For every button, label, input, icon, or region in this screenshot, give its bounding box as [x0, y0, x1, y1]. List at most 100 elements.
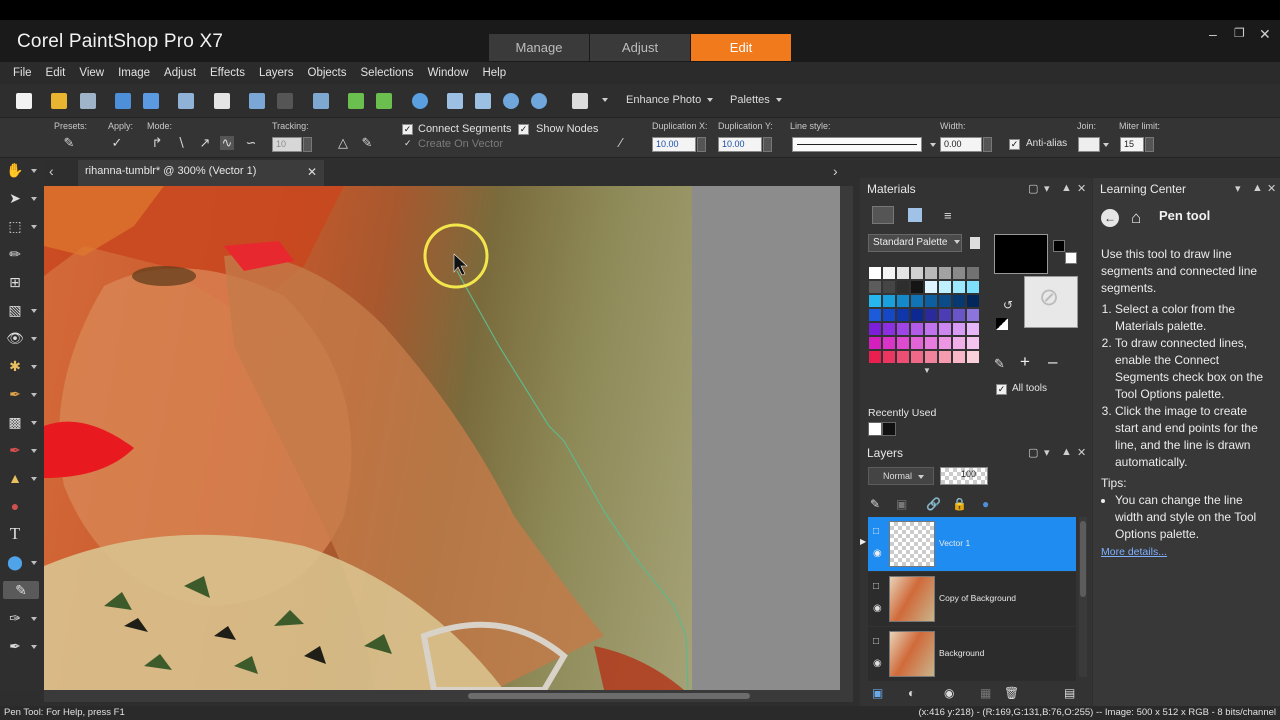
zoom-out-icon[interactable] [503, 93, 519, 109]
rotate-right-icon[interactable] [376, 93, 392, 109]
foreground-small-swatch[interactable] [1053, 240, 1065, 252]
tracking-input[interactable]: 10 [272, 137, 302, 152]
brush-variance-tool-icon[interactable]: ✑ [6, 609, 24, 627]
panel-close-icon[interactable]: ✕ [1077, 446, 1086, 459]
color-swatch-grid[interactable] [868, 266, 980, 364]
straighten-tool-icon[interactable]: ▧ [6, 301, 24, 319]
add-swatch-icon[interactable]: + [1020, 352, 1030, 372]
blend-mode-select[interactable]: Normal [868, 467, 934, 485]
color-swatch[interactable] [938, 266, 952, 280]
close-icon[interactable]: ✕ [307, 165, 317, 179]
layer-visibility-toggle-icon[interactable]: ◉ [944, 686, 954, 700]
color-swatch[interactable] [868, 308, 882, 322]
tab-edit[interactable]: Edit [691, 34, 791, 61]
color-swatch[interactable] [938, 336, 952, 350]
panel-pin-icon[interactable]: ▲ [1061, 182, 1072, 194]
layer-style-icon[interactable]: ● [982, 497, 989, 511]
recent-swatch-black[interactable] [882, 422, 896, 436]
canvas-horizontal-scrollbar[interactable] [44, 690, 853, 702]
enhance-photo-menu[interactable]: Enhance Photo [626, 94, 714, 106]
layer-brush-icon[interactable]: ✎ [870, 497, 880, 511]
connect-segments-checkbox[interactable]: ✓ [402, 124, 413, 135]
color-swatch[interactable] [910, 322, 924, 336]
tracking-spinner[interactable] [303, 137, 312, 152]
color-swatch[interactable] [952, 308, 966, 322]
new-file-icon[interactable] [16, 93, 32, 109]
color-swatch[interactable] [924, 294, 938, 308]
menu-layers[interactable]: Layers [252, 67, 301, 79]
panel-menu-caret-icon[interactable]: ▾ [1044, 182, 1050, 195]
fit-window-icon[interactable] [475, 93, 491, 109]
rainbow-view-icon[interactable] [908, 208, 922, 222]
actual-size-icon[interactable] [447, 93, 463, 109]
color-swatch[interactable] [938, 350, 952, 364]
close-icon[interactable]: ✕ [1259, 26, 1271, 43]
panel-close-icon[interactable]: ✕ [1077, 182, 1086, 195]
color-swatch[interactable] [952, 266, 966, 280]
color-swatch[interactable] [938, 308, 952, 322]
eraser-tool-icon[interactable]: ▲ [6, 469, 24, 487]
tab-manage[interactable]: Manage [489, 34, 589, 61]
color-swatch[interactable] [910, 308, 924, 322]
tab-scroll-right-icon[interactable]: › [833, 163, 838, 179]
line-style-select[interactable] [792, 137, 922, 152]
selection-tool-icon[interactable]: ⬚ [6, 217, 24, 235]
color-swatch[interactable] [924, 350, 938, 364]
color-swatch[interactable] [910, 336, 924, 350]
node-edit-icon[interactable]: ✎ [360, 136, 374, 150]
link-icon[interactable]: 🔗 [926, 497, 941, 511]
color-swatch[interactable] [924, 308, 938, 322]
text-tool-icon[interactable]: T [6, 525, 24, 543]
color-swatch[interactable] [882, 350, 896, 364]
menu-effects[interactable]: Effects [203, 67, 252, 79]
show-nodes-checkbox[interactable]: ✓ [518, 124, 529, 135]
miter-limit-spinner[interactable] [1145, 137, 1154, 152]
panel-pin-icon[interactable]: ▲ [1061, 446, 1072, 458]
rotate-left-icon[interactable] [348, 93, 364, 109]
visibility-eye-icon[interactable]: ◉ [873, 603, 882, 614]
layer-mask-icon[interactable]: ▣ [896, 497, 907, 511]
color-swatch[interactable] [896, 322, 910, 336]
panel-menu-caret-icon[interactable]: ▾ [1235, 182, 1241, 195]
layer-row-copy-of-background[interactable]: □ ◉ Copy of Background [868, 572, 1076, 626]
line-mode-icon[interactable]: ∖ [174, 136, 188, 150]
color-swatch[interactable] [896, 350, 910, 364]
freehand-mode-icon[interactable]: ∽ [244, 136, 258, 150]
panel-menu-caret-icon[interactable]: ▾ [1044, 446, 1050, 459]
browse-icon[interactable] [80, 93, 96, 109]
save-as-icon[interactable] [143, 93, 159, 109]
restore-icon[interactable]: ❐ [1234, 26, 1245, 40]
lock-icon[interactable]: 🔒 [952, 497, 967, 511]
tab-scroll-left-icon[interactable]: ‹ [49, 163, 54, 179]
color-swatch[interactable] [924, 336, 938, 350]
palette-options-icon[interactable] [970, 237, 980, 249]
miter-limit-input[interactable]: 15 [1120, 137, 1144, 152]
panel-float-icon[interactable]: ▢ [1028, 182, 1038, 195]
menu-help[interactable]: Help [475, 67, 513, 79]
menu-objects[interactable]: Objects [301, 67, 354, 79]
layers-scroll-thumb[interactable] [1080, 521, 1086, 597]
color-swatch[interactable] [868, 280, 882, 294]
remove-swatch-icon[interactable]: – [1048, 352, 1057, 372]
visibility-eye-icon[interactable]: ◉ [873, 658, 882, 669]
color-swatch[interactable] [882, 322, 896, 336]
color-swatch[interactable] [938, 294, 952, 308]
swatches-more-caret-icon[interactable]: ▼ [923, 366, 931, 375]
canvas-vertical-scrollbar[interactable] [840, 186, 853, 690]
crop-tool-icon[interactable]: ⊞ [6, 273, 24, 291]
visibility-eye-icon[interactable]: ◉ [873, 548, 882, 559]
open-folder-icon[interactable] [51, 93, 67, 109]
more-details-link[interactable]: More details... [1101, 546, 1167, 558]
layer-expand-icon[interactable]: ▶ [860, 537, 866, 546]
menu-window[interactable]: Window [421, 67, 476, 79]
color-swatch[interactable] [966, 280, 980, 294]
color-swatch[interactable] [882, 308, 896, 322]
join-caret[interactable] [1097, 139, 1109, 151]
horizontal-scroll-thumb[interactable] [468, 693, 750, 699]
node-triangle-icon[interactable]: △ [336, 136, 350, 150]
color-swatch[interactable] [952, 336, 966, 350]
makeover-tool-icon[interactable]: ✱ [6, 357, 24, 375]
preset-shape-tool-icon[interactable]: ⬤ [6, 553, 24, 571]
anti-alias-checkbox[interactable]: ✓ [1009, 139, 1020, 150]
color-swatch[interactable] [924, 266, 938, 280]
